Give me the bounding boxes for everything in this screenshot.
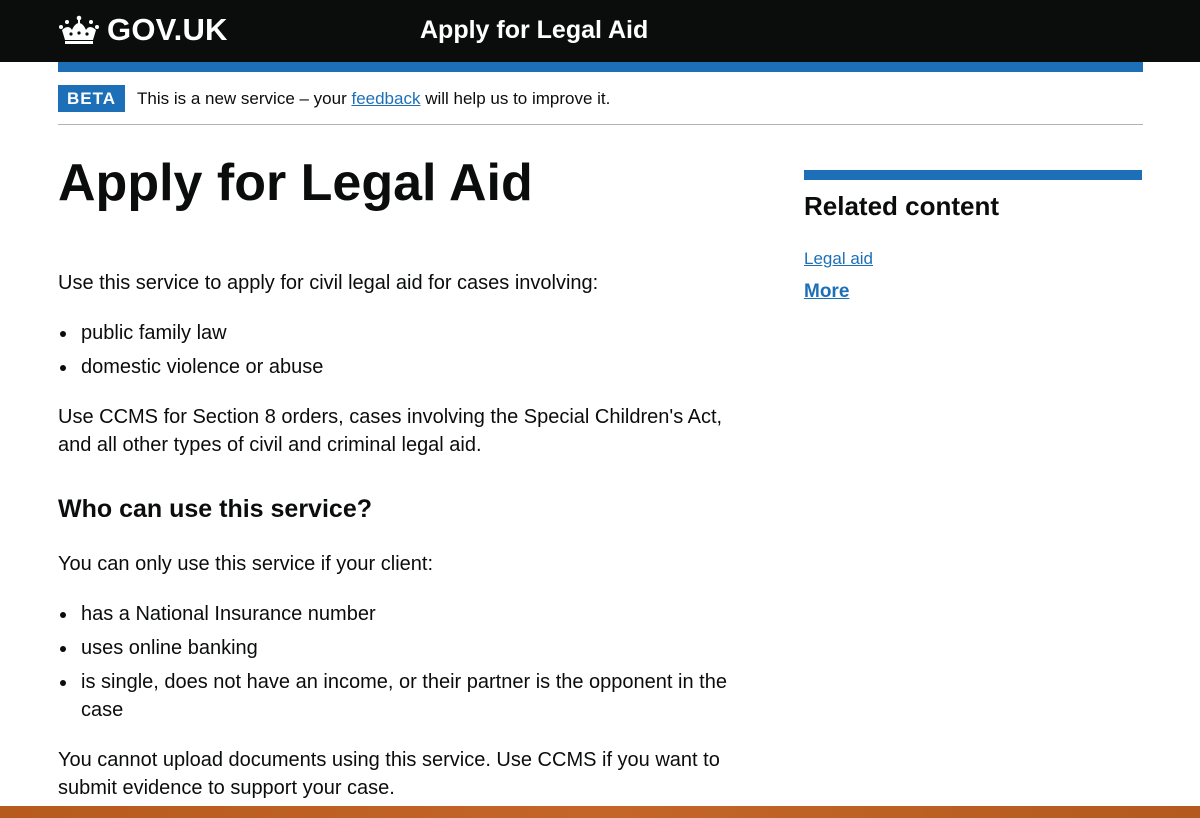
related-links: Legal aid More bbox=[804, 248, 1142, 303]
list-item: public family law bbox=[58, 319, 758, 347]
who-intro-paragraph: You can only use this service if your cl… bbox=[58, 553, 434, 575]
footer-strip bbox=[0, 806, 1200, 818]
intro-paragraph: Use this service to apply for civil lega… bbox=[58, 272, 599, 294]
crown-icon bbox=[59, 15, 99, 44]
feedback-link[interactable]: feedback bbox=[351, 89, 420, 108]
more-link[interactable]: More bbox=[804, 281, 1142, 303]
header-blue-bar bbox=[58, 62, 1143, 72]
page-title: Apply for Legal Aid bbox=[58, 154, 533, 212]
conditions-list: has a National Insurance number uses onl… bbox=[58, 600, 758, 730]
site-header: GOV.UK Apply for Legal Aid bbox=[0, 0, 1200, 62]
case-types-list: public family law domestic violence or a… bbox=[58, 319, 758, 387]
phase-text-before: This is a new service – your bbox=[137, 89, 352, 108]
related-heading: Related content bbox=[804, 191, 1000, 221]
legal-aid-link[interactable]: Legal aid bbox=[804, 248, 1142, 270]
list-item: domestic violence or abuse bbox=[58, 353, 758, 381]
phase-banner-text: This is a new service – your feedback wi… bbox=[137, 88, 610, 110]
list-item: uses online banking bbox=[58, 634, 758, 662]
phase-banner: BETA This is a new service – your feedba… bbox=[58, 72, 1143, 125]
ccms-paragraph: Use CCMS for Section 8 orders, cases inv… bbox=[58, 406, 723, 456]
govuk-logo-link[interactable]: GOV.UK bbox=[58, 10, 228, 50]
beta-tag: BETA bbox=[58, 85, 125, 112]
related-content: Related content Legal aid More bbox=[804, 170, 1142, 303]
upload-paragraph: You cannot upload documents using this s… bbox=[58, 749, 720, 799]
who-heading: Who can use this service? bbox=[58, 495, 372, 523]
service-name-link[interactable]: Apply for Legal Aid bbox=[420, 12, 648, 48]
logo-text: GOV.UK bbox=[107, 12, 228, 47]
list-item: is single, does not have an income, or t… bbox=[58, 668, 758, 724]
phase-text-after: will help us to improve it. bbox=[420, 89, 611, 108]
list-item: has a National Insurance number bbox=[58, 600, 758, 628]
